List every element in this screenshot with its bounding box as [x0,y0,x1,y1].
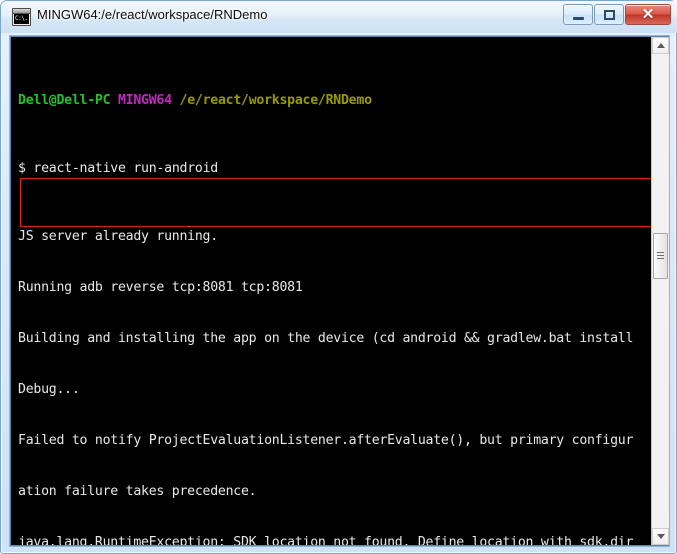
scrollbar-grip-icon [657,252,664,261]
scroll-down-arrow-icon [657,534,665,539]
scroll-down-button[interactable] [652,528,669,545]
terminal-text: Dell@Dell-PC MINGW64 /e/react/workspace/… [18,41,651,545]
output-line-error: java.lang.RuntimeException: SDK location… [18,535,634,545]
scrollbar-thumb[interactable] [653,233,668,279]
output-line: ation failure takes precedence. [18,484,257,499]
maximize-icon [604,10,615,20]
prompt-space-1 [110,93,118,108]
terminal-scrollbar[interactable] [651,37,669,545]
window-title: MINGW64:/e/react/workspace/RNDemo [37,7,268,22]
output-line: Debug... [18,382,80,397]
output-line: Running adb reverse tcp:8081 tcp:8081 [18,280,303,295]
prompt-symbol: $ [18,161,26,176]
scrollbar-track[interactable] [652,54,669,528]
prompt-path: /e/react/workspace/RNDemo [179,93,373,108]
prompt-shell: MINGW64 [117,93,172,108]
close-button[interactable]: ✕ [625,4,671,25]
minimize-button[interactable] [563,4,593,25]
output-line: Failed to notify ProjectEvaluationListen… [18,433,634,448]
terminal-output[interactable]: Dell@Dell-PC MINGW64 /e/react/workspace/… [11,37,651,545]
output-line: JS server already running. [18,229,218,244]
scroll-up-arrow-icon [657,43,665,48]
prompt-user-host: Dell@Dell-PC [18,93,111,108]
console-icon-text: C:\. [14,14,29,24]
prompt-line: Dell@Dell-PC MINGW64 /e/react/workspace/… [18,92,651,109]
command-line: $ react-native run-android [18,160,651,177]
terminal-frame: Dell@Dell-PC MINGW64 /e/react/workspace/… [9,35,670,547]
scroll-up-button[interactable] [652,37,669,54]
command-text: react-native run-android [33,161,218,176]
window-titlebar[interactable]: C:\. MINGW64:/e/react/workspace/RNDemo ✕ [1,1,677,33]
maximize-button[interactable] [594,4,624,25]
prompt-space-2 [172,93,180,108]
console-icon: C:\. [12,8,31,26]
minimize-icon [573,17,584,20]
close-icon: ✕ [641,6,655,23]
output-line: Building and installing the app on the d… [18,331,634,346]
terminal-window: C:\. MINGW64:/e/react/workspace/RNDemo ✕… [0,0,677,554]
